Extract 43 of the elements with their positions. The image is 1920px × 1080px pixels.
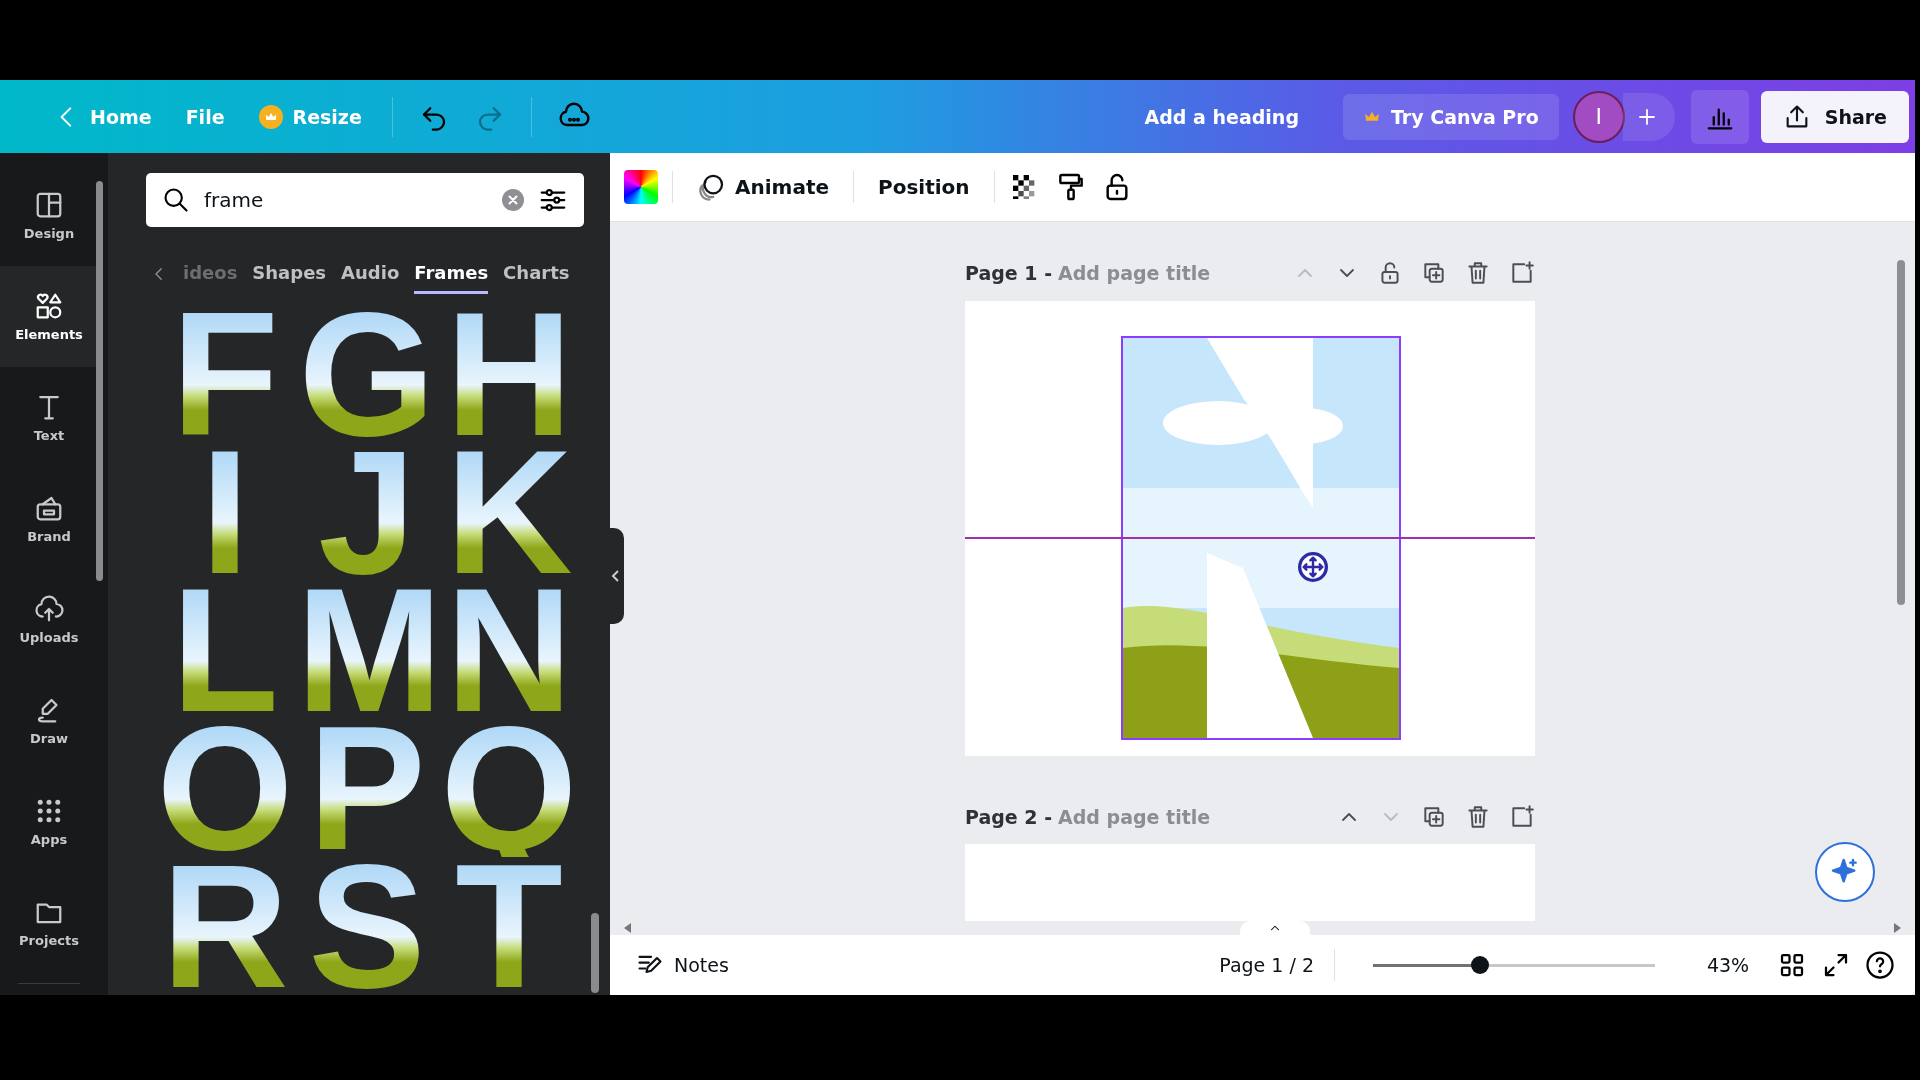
page-label: Page 2 -	[965, 806, 1053, 829]
sidebar-item[interactable]: Design	[0, 165, 98, 266]
animate-button[interactable]: Animate	[687, 164, 840, 210]
sidebar-item[interactable]: Apps	[0, 771, 98, 872]
scroll-left-icon[interactable]	[624, 923, 632, 933]
magic-button[interactable]	[1815, 842, 1875, 902]
sidebar-item[interactable]: Elements	[0, 266, 98, 367]
collapse-handle[interactable]	[608, 528, 624, 624]
layout-icon	[34, 190, 64, 220]
category-tab[interactable]: Frames	[414, 254, 489, 294]
scroll-right-icon[interactable]	[1893, 923, 1901, 933]
try-pro-button[interactable]: Try Canva Pro	[1343, 93, 1559, 140]
share-button[interactable]: Share	[1760, 90, 1909, 143]
sidebar-item[interactable]: Uploads	[0, 569, 98, 670]
category-tab[interactable]: Shapes	[252, 254, 327, 294]
position-button[interactable]: Position	[868, 167, 980, 207]
page-label: Page 1 -	[965, 262, 1053, 285]
help-icon[interactable]	[1865, 950, 1895, 980]
zoom-slider[interactable]	[1373, 956, 1655, 974]
notes-button[interactable]: Notes	[630, 945, 735, 985]
trash-icon[interactable]	[1465, 260, 1491, 287]
crown-icon	[258, 104, 283, 129]
sidebar-item[interactable]: Projects	[0, 872, 98, 973]
sidebar-item[interactable]: Text	[0, 367, 98, 468]
trash-icon[interactable]	[1465, 804, 1491, 831]
sidebar-item[interactable]: Brand	[0, 468, 98, 569]
upload-icon	[34, 594, 64, 624]
color-swatch[interactable]	[624, 170, 658, 204]
slider-thumb[interactable]	[1471, 956, 1490, 974]
scrollbar-thumb[interactable]	[591, 913, 599, 993]
clear-icon[interactable]	[502, 189, 524, 211]
scrollbar-thumb[interactable]	[1897, 260, 1905, 605]
category-tab[interactable]: Charts	[503, 254, 570, 294]
search-icon	[162, 186, 190, 214]
scrollbar-thumb[interactable]	[96, 181, 103, 581]
search-field[interactable]: frame	[146, 173, 584, 227]
category-tab[interactable]: Audio	[341, 254, 400, 294]
shapes-icon	[34, 291, 64, 321]
zoom-percentage[interactable]: 43%	[1693, 953, 1763, 977]
design-title[interactable]: Add a heading	[1130, 97, 1313, 136]
sidebar-item[interactable]: Draw	[0, 670, 98, 771]
page-indicator[interactable]: Page 1 / 2	[1213, 948, 1320, 982]
avatar[interactable]: I	[1572, 90, 1625, 143]
